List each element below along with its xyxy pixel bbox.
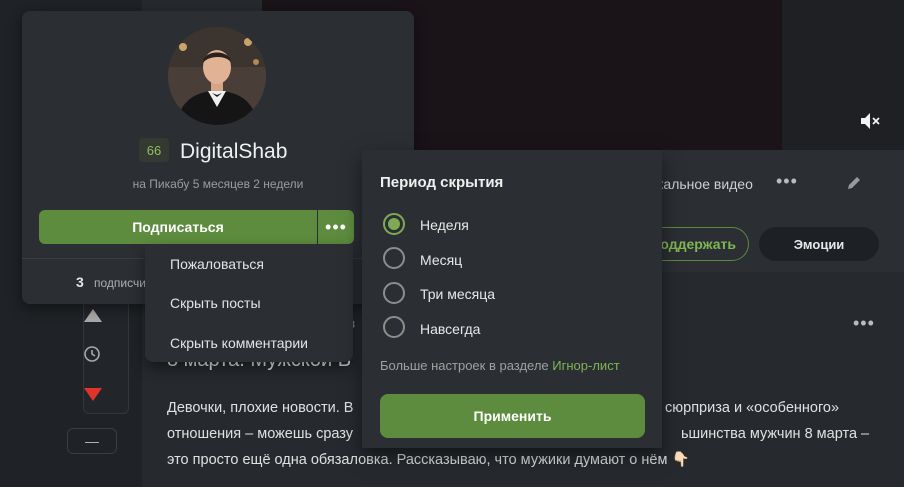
radio-three-months[interactable] [383, 282, 405, 304]
mute-icon[interactable] [858, 110, 882, 132]
apply-button[interactable]: Применить [380, 394, 645, 438]
rating-badge: 66 [139, 138, 169, 162]
collapse-button[interactable]: — [67, 428, 117, 454]
video-more-icon[interactable]: ••• [776, 171, 798, 192]
post-text-line1-start: Девочки, плохие новости. В [167, 400, 354, 416]
radio-week-label[interactable]: Неделя [420, 217, 469, 233]
video-side [782, 0, 904, 150]
radio-forever[interactable] [383, 316, 405, 338]
post-text-line2-end: ьшинства мужчин 8 марта – [681, 426, 870, 442]
pencil-icon[interactable] [845, 174, 863, 192]
post-text-line2-start: отношения – можешь сразу [167, 426, 354, 442]
member-since: на Пикабу 5 месяцев 2 недели [132, 177, 304, 191]
post-text-line1-end: сюрприза и «особенного» [665, 400, 840, 416]
menu-item-hide-comments[interactable]: Скрыть комментарии [170, 335, 308, 351]
video-caption: кальное видео [657, 176, 753, 192]
username[interactable]: DigitalShab [180, 140, 287, 164]
timer-icon [84, 346, 100, 362]
popup-title: Период скрытия [380, 174, 504, 191]
radio-month-label[interactable]: Месяц [420, 252, 462, 268]
profile-more-button[interactable]: ••• [318, 210, 354, 244]
radio-month[interactable] [383, 247, 405, 269]
post-text-line3: это просто ещё одна обязаловка. Рассказы… [167, 452, 690, 468]
post-more-icon[interactable]: ••• [853, 313, 875, 334]
radio-three-months-label[interactable]: Три месяца [420, 286, 495, 302]
subscribers-count: 3 [76, 274, 84, 290]
emotions-button[interactable]: Эмоции [759, 227, 879, 261]
avatar-image [168, 27, 266, 125]
radio-forever-label[interactable]: Навсегда [420, 321, 480, 337]
subscribers-label: подписчика [94, 276, 148, 290]
upvote-icon[interactable] [84, 309, 102, 322]
downvote-icon[interactable] [84, 388, 102, 401]
menu-item-hide-posts[interactable]: Скрыть посты [170, 295, 261, 311]
ignore-list-link[interactable]: Игнор-лист [552, 358, 619, 373]
subscribe-button[interactable]: Подписаться [39, 210, 317, 244]
more-settings-text: Больше настроек в разделе [380, 358, 549, 373]
more-settings: Больше настроек в разделе Игнор-лист [380, 358, 620, 373]
radio-week[interactable] [383, 213, 405, 235]
menu-item-report[interactable]: Пожаловаться [170, 256, 264, 272]
avatar[interactable] [168, 27, 266, 125]
